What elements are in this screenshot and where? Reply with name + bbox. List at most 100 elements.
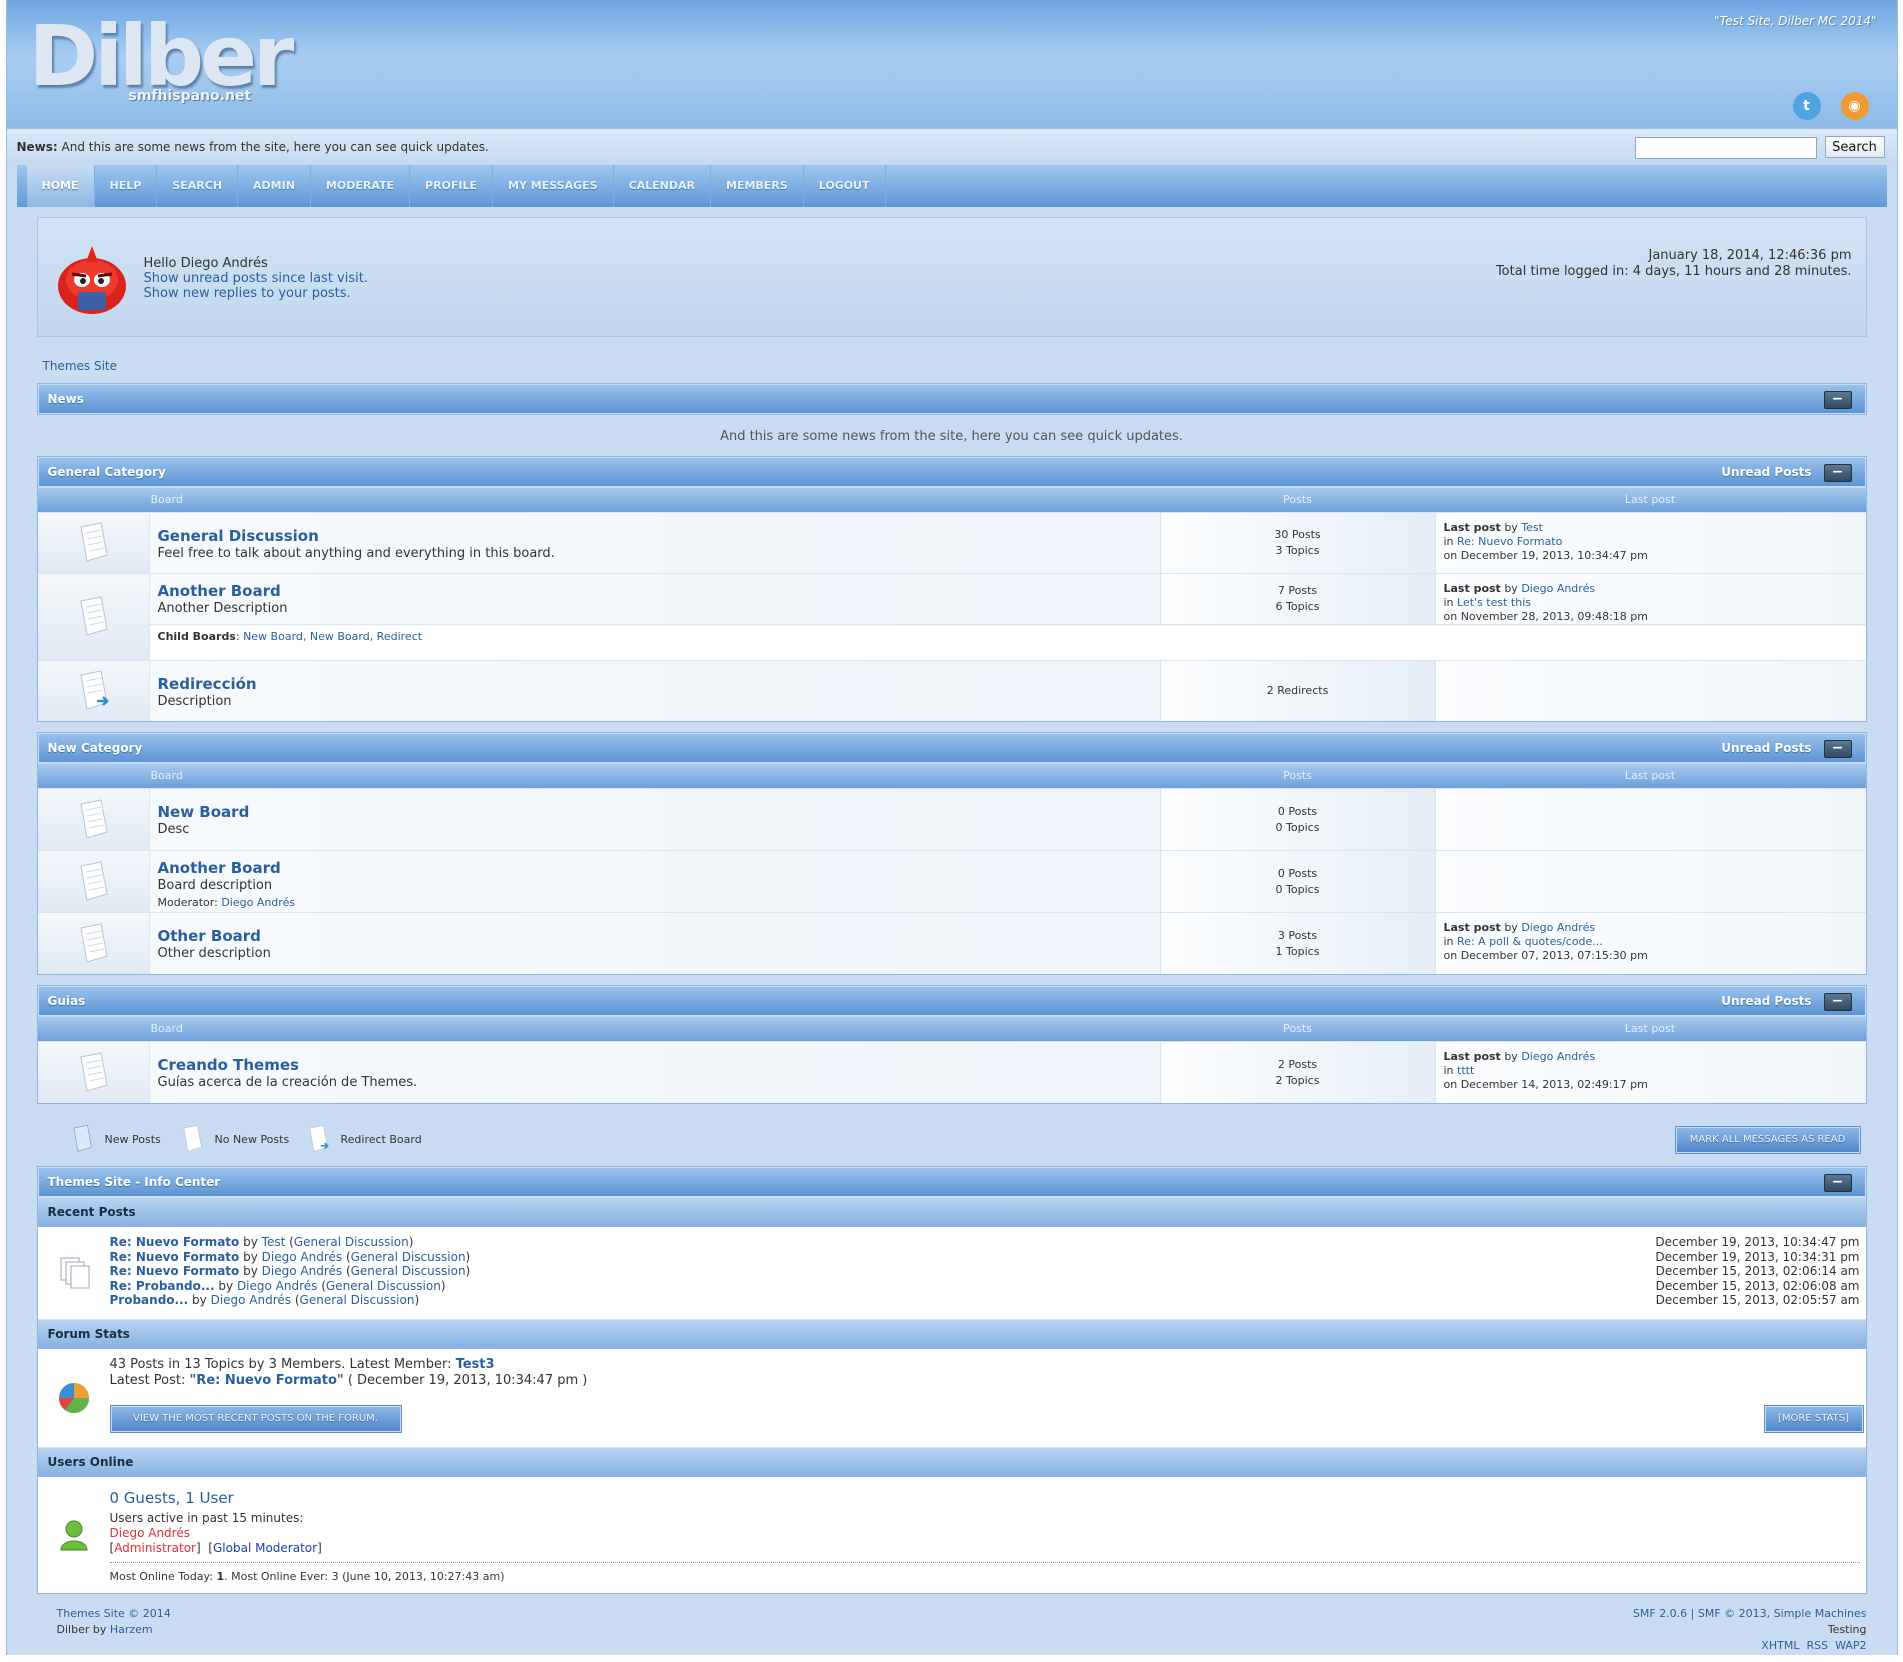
last-post-author[interactable]: Diego Andrés [1521,1050,1595,1063]
last-post-topic[interactable]: Re: Nuevo Formato [1457,535,1562,548]
footer-theme-credit: Dilber by Harzem [57,1622,171,1638]
unread-posts-link[interactable]: Unread Posts [1721,465,1811,479]
xhtml-link[interactable]: XHTML [1761,1639,1799,1652]
rss-link[interactable]: RSS [1806,1639,1828,1652]
more-stats-button[interactable]: [MORE STATS] [1763,1405,1864,1433]
moderator-link[interactable]: Diego Andrés [221,896,295,909]
breadcrumb[interactable]: Themes Site [43,359,1867,373]
board-legend: New Posts No New Posts Redirect Board MA… [37,1114,1867,1158]
board-icon[interactable] [37,851,150,912]
board-name[interactable]: Other Board [158,927,1152,945]
menu-item-members[interactable]: MEMBERS [711,165,804,207]
search-input[interactable] [1634,137,1817,159]
collapse-category-button[interactable]: − [1823,740,1852,758]
posts-count: 3 Posts [1277,928,1318,942]
group-global-moderator[interactable]: Global Moderator [213,1541,317,1555]
menu-item-logout[interactable]: LOGOUT [804,165,886,207]
unread-posts-link[interactable]: Show unread posts since last visit. [144,271,368,286]
mark-all-read-button[interactable]: MARK ALL MESSAGES AS READ [1674,1126,1861,1154]
menu-item-calendar[interactable]: CALENDAR [614,165,711,207]
recent-post-author[interactable]: Test [262,1235,286,1249]
site-logo[interactable]: Dilber [29,14,295,98]
board-name[interactable]: Another Board [158,582,1152,600]
last-post-author[interactable]: Diego Andrés [1521,921,1595,934]
recent-post-board[interactable]: General Discussion [326,1279,441,1293]
recent-post-subject[interactable]: Probando... [110,1293,189,1307]
recent-post-board[interactable]: General Discussion [351,1250,466,1264]
recent-post-board[interactable]: General Discussion [351,1264,466,1278]
menu-item-home[interactable]: HOME [26,165,95,207]
group-administrator[interactable]: Administrator [114,1541,196,1555]
menu-item-admin[interactable]: ADMIN [238,165,311,207]
footer-smf-link[interactable]: SMF 2.0.6 | SMF © 2013, Simple Machines [1633,1606,1867,1622]
category-title[interactable]: General Category [48,465,166,479]
board-icon[interactable] [37,574,150,660]
recent-post-author[interactable]: Diego Andrés [237,1279,317,1293]
last-post-topic[interactable]: Let's test this [1457,596,1531,609]
recent-post-board[interactable]: General Discussion [300,1293,415,1307]
board-name[interactable]: Creando Themes [158,1056,1152,1074]
recent-post-subject[interactable]: Re: Nuevo Formato [110,1235,240,1249]
rss-icon[interactable]: ◉ [1840,92,1869,120]
recent-post-author[interactable]: Diego Andrés [211,1293,291,1307]
posts-count: 2 Posts [1277,1057,1318,1071]
menu-item-moderate[interactable]: MODERATE [311,165,411,207]
collapse-category-button[interactable]: − [1823,993,1852,1011]
menu-item-profile[interactable]: PROFILE [410,165,494,207]
board-icon[interactable] [37,789,150,850]
category-title[interactable]: Guias [48,994,86,1008]
latest-post-date: ( December 19, 2013, 10:34:47 pm ) [347,1373,588,1388]
board-name[interactable]: General Discussion [158,527,1152,545]
theme-author-link[interactable]: Harzem [110,1623,153,1636]
collapse-category-button[interactable]: − [1823,464,1852,482]
recent-post-subject[interactable]: Re: Nuevo Formato [110,1264,240,1278]
recent-posts-button[interactable]: VIEW THE MOST RECENT POSTS ON THE FORUM. [109,1405,402,1433]
last-post-topic[interactable]: tttt [1457,1064,1474,1077]
board-icon[interactable] [37,513,150,573]
in-label: in [1443,935,1454,948]
news-bar-text: News: And this are some news from the si… [17,140,489,154]
last-post-topic[interactable]: Re: A poll & quotes/code... [1457,935,1603,948]
board-description: Board description [157,878,273,893]
online-user-link[interactable]: Diego Andrés [110,1526,1866,1541]
column-last-post: Last post [1624,769,1676,782]
board-name[interactable]: Redirección [158,675,1152,693]
footer-copyright[interactable]: Themes Site © 2014 [57,1606,171,1622]
wap2-link[interactable]: WAP2 [1835,1639,1866,1652]
latest-member-link[interactable]: Test3 [456,1357,495,1372]
no-new-posts-icon [80,798,108,839]
board-name[interactable]: New Board [158,803,1152,821]
child-boards-links[interactable]: New Board, New Board, Redirect [243,630,422,643]
board-icon[interactable] [37,913,150,974]
recent-post-subject[interactable]: Re: Nuevo Formato [110,1250,240,1264]
board-icon[interactable] [37,1042,150,1103]
twitter-icon[interactable]: t [1792,92,1821,120]
recent-post-author[interactable]: Diego Andrés [262,1250,342,1264]
recent-post-subject[interactable]: Re: Probando... [110,1279,215,1293]
menu-item-my-messages[interactable]: MY MESSAGES [493,165,614,207]
new-replies-link[interactable]: Show new replies to your posts. [144,286,368,301]
board-description: Description [157,694,232,709]
theme-by-label: Dilber by [56,1623,107,1636]
board-description: Other description [157,946,271,961]
search-button[interactable]: Search [1824,136,1885,158]
user-box: Hello Diego Andrés Show unread posts sin… [36,217,1867,337]
collapse-info-center-button[interactable]: − [1823,1174,1852,1192]
board-icon[interactable] [37,661,150,721]
online-count[interactable]: 0 Guests, 1 User [110,1489,1866,1507]
last-post-author[interactable]: Diego Andrés [1521,582,1595,595]
menu-item-search[interactable]: SEARCH [157,165,239,207]
recent-post-author[interactable]: Diego Andrés [262,1264,342,1278]
topics-count: 2 Topics [1275,1073,1320,1087]
unread-posts-link[interactable]: Unread Posts [1721,741,1811,755]
last-post-author[interactable]: Test [1521,521,1543,534]
recent-post-board[interactable]: General Discussion [294,1235,409,1249]
board-name[interactable]: Another Board [158,859,1152,877]
latest-post-link[interactable]: "Re: Nuevo Formato" [190,1373,344,1388]
unread-posts-link[interactable]: Unread Posts [1721,994,1811,1008]
category-title[interactable]: New Category [48,741,143,755]
last-post-date: on December 19, 2013, 10:34:47 pm [1443,549,1648,562]
collapse-news-button[interactable]: − [1823,391,1852,409]
user-avatar[interactable] [52,240,132,316]
menu-item-help[interactable]: HELP [95,165,158,207]
